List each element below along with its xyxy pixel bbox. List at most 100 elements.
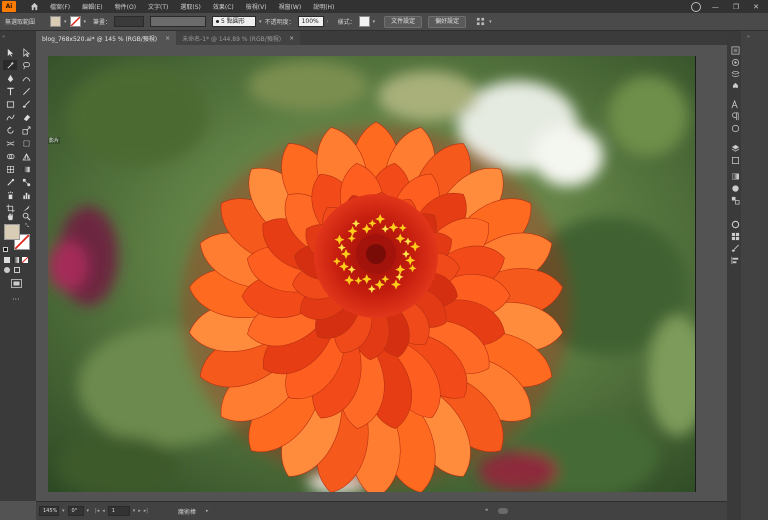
chevron-down-icon[interactable]: ▾ — [489, 19, 492, 25]
minimize-icon[interactable]: — — [709, 3, 722, 11]
brush-definition-field[interactable]: 5 點圓形 — [212, 16, 257, 27]
swap-fill-stroke-icon[interactable]: ⤡ — [25, 223, 29, 229]
close-icon[interactable]: × — [289, 35, 294, 42]
next-artboard-icon[interactable]: ▸ — [138, 508, 141, 514]
user-account-icon[interactable] — [690, 1, 701, 12]
menu-edit[interactable]: 編輯(E) — [76, 2, 108, 11]
free-transform-tool-icon[interactable] — [19, 138, 33, 148]
rotation-field[interactable]: 0° — [67, 506, 84, 516]
status-menu-icon[interactable]: ▸ — [206, 508, 209, 514]
color-panel-icon[interactable] — [730, 183, 740, 193]
menu-help[interactable]: 說明(H) — [307, 2, 340, 11]
arrange-documents-icon[interactable] — [476, 17, 486, 27]
artboard-number-field[interactable]: 1 — [107, 506, 130, 516]
chevron-down-icon[interactable]: ▾ — [62, 508, 65, 514]
paintbrush-tool-icon[interactable] — [19, 99, 33, 109]
type-tool-icon[interactable] — [3, 86, 17, 96]
graphic-style-swatch[interactable] — [358, 16, 370, 27]
mesh-tool-icon[interactable] — [3, 164, 17, 174]
character-panel-icon[interactable] — [730, 99, 740, 109]
chevron-down-icon[interactable]: ▾ — [64, 19, 67, 25]
stroke-panel-icon[interactable] — [730, 219, 740, 229]
pen-tool-icon[interactable] — [3, 73, 17, 83]
color-guide-icon[interactable] — [730, 195, 740, 205]
scrollbar-thumb[interactable] — [498, 508, 508, 514]
close-icon[interactable]: × — [165, 35, 170, 42]
menu-window[interactable]: 視窗(W) — [273, 2, 308, 11]
artboard[interactable] — [48, 56, 696, 492]
gradient-panel-icon[interactable] — [730, 171, 740, 181]
perspective-grid-tool-icon[interactable] — [19, 151, 33, 161]
first-artboard-icon[interactable]: |◂ — [95, 508, 99, 514]
menu-file[interactable]: 檔案(F) — [44, 2, 76, 11]
layers-panel-icon[interactable] — [730, 57, 740, 67]
eyedropper-tool-icon[interactable] — [3, 177, 17, 187]
properties-panel-icon[interactable] — [730, 45, 740, 55]
rotate-tool-icon[interactable] — [3, 125, 17, 135]
change-screen-mode-icon[interactable] — [11, 279, 22, 290]
tab-blog-document[interactable]: blog_768x520.ai* @ 145 % (RGB/預視) × — [36, 31, 177, 45]
brushes-panel-icon[interactable] — [730, 243, 740, 253]
stroke-weight-field[interactable] — [114, 16, 145, 27]
draw-behind-icon[interactable] — [14, 267, 20, 273]
blend-tool-icon[interactable] — [19, 177, 33, 187]
zoom-field[interactable]: 145% — [39, 506, 59, 516]
fill-color-swatch[interactable] — [50, 16, 61, 27]
gradient-button[interactable] — [13, 257, 19, 263]
previous-artboard-icon[interactable]: ◂ — [102, 508, 105, 514]
chevron-down-icon[interactable]: ▾ — [84, 19, 87, 25]
shape-builder-tool-icon[interactable] — [3, 151, 17, 161]
opacity-field[interactable]: 100% — [297, 16, 324, 27]
lasso-tool-icon[interactable] — [19, 60, 33, 70]
column-graph-tool-icon[interactable] — [19, 190, 33, 200]
zoom-tool-icon[interactable] — [19, 211, 33, 221]
gradient-tool-icon[interactable] — [19, 164, 33, 174]
variable-width-field[interactable] — [150, 16, 207, 27]
menu-select[interactable]: 選取(S) — [174, 2, 207, 11]
scroll-left-icon[interactable]: ◂ — [485, 507, 488, 513]
opentype-panel-icon[interactable] — [730, 123, 740, 133]
close-icon[interactable]: ✕ — [750, 3, 762, 11]
document-setup-button[interactable]: 文件設定 — [384, 15, 423, 28]
chevron-right-icon[interactable]: › — [327, 19, 329, 25]
symbol-sprayer-tool-icon[interactable] — [3, 190, 17, 200]
maximize-icon[interactable]: ❐ — [730, 3, 742, 11]
canvas-workspace[interactable]: 影片 — [36, 45, 727, 501]
preferences-button[interactable]: 偏好設定 — [428, 15, 467, 28]
chevron-down-icon[interactable]: ▾ — [373, 19, 376, 25]
appearance-panel-icon[interactable] — [730, 143, 740, 153]
chevron-down-icon[interactable]: ▾ — [133, 508, 136, 514]
menu-type[interactable]: 文字(T) — [142, 2, 174, 11]
color-button[interactable] — [4, 257, 10, 263]
scale-tool-icon[interactable] — [19, 125, 33, 135]
libraries-panel-icon[interactable] — [730, 69, 740, 79]
magic-wand-tool-icon[interactable] — [3, 60, 17, 70]
horizontal-scrollbar[interactable]: ◂ — [476, 507, 726, 515]
fill-swatch[interactable] — [4, 224, 20, 240]
width-tool-icon[interactable] — [3, 138, 17, 148]
align-panel-icon[interactable] — [730, 255, 740, 265]
symbols-panel-icon[interactable] — [730, 81, 740, 91]
menu-view[interactable]: 檢視(V) — [240, 2, 273, 11]
panel-collapse-icon[interactable]: » — [747, 34, 750, 40]
home-icon[interactable] — [28, 2, 40, 12]
chevron-down-icon[interactable]: ▾ — [87, 508, 90, 514]
curvature-tool-icon[interactable] — [19, 73, 33, 83]
swatches-panel-icon[interactable] — [730, 231, 740, 241]
edit-toolbar-icon[interactable]: ··· — [12, 295, 20, 304]
eraser-tool-icon[interactable] — [19, 112, 33, 122]
last-artboard-icon[interactable]: ▸| — [144, 508, 148, 514]
shaper-tool-icon[interactable] — [3, 112, 17, 122]
draw-normal-icon[interactable] — [4, 267, 10, 273]
stroke-color-swatch[interactable] — [69, 16, 81, 27]
transparency-panel-icon[interactable] — [730, 155, 740, 165]
tab-untitled-document[interactable]: 未命名-1* @ 144.89 % (RGB/預視) × — [176, 31, 301, 45]
paragraph-panel-icon[interactable] — [730, 111, 740, 121]
none-button[interactable] — [22, 257, 28, 263]
menu-object[interactable]: 物件(O) — [109, 2, 142, 11]
direct-selection-tool-icon[interactable] — [19, 47, 33, 57]
menu-effect[interactable]: 效果(C) — [207, 2, 240, 11]
panel-collapse-icon[interactable]: « — [2, 34, 5, 40]
line-tool-icon[interactable] — [19, 86, 33, 96]
selection-tool-icon[interactable] — [3, 47, 17, 57]
